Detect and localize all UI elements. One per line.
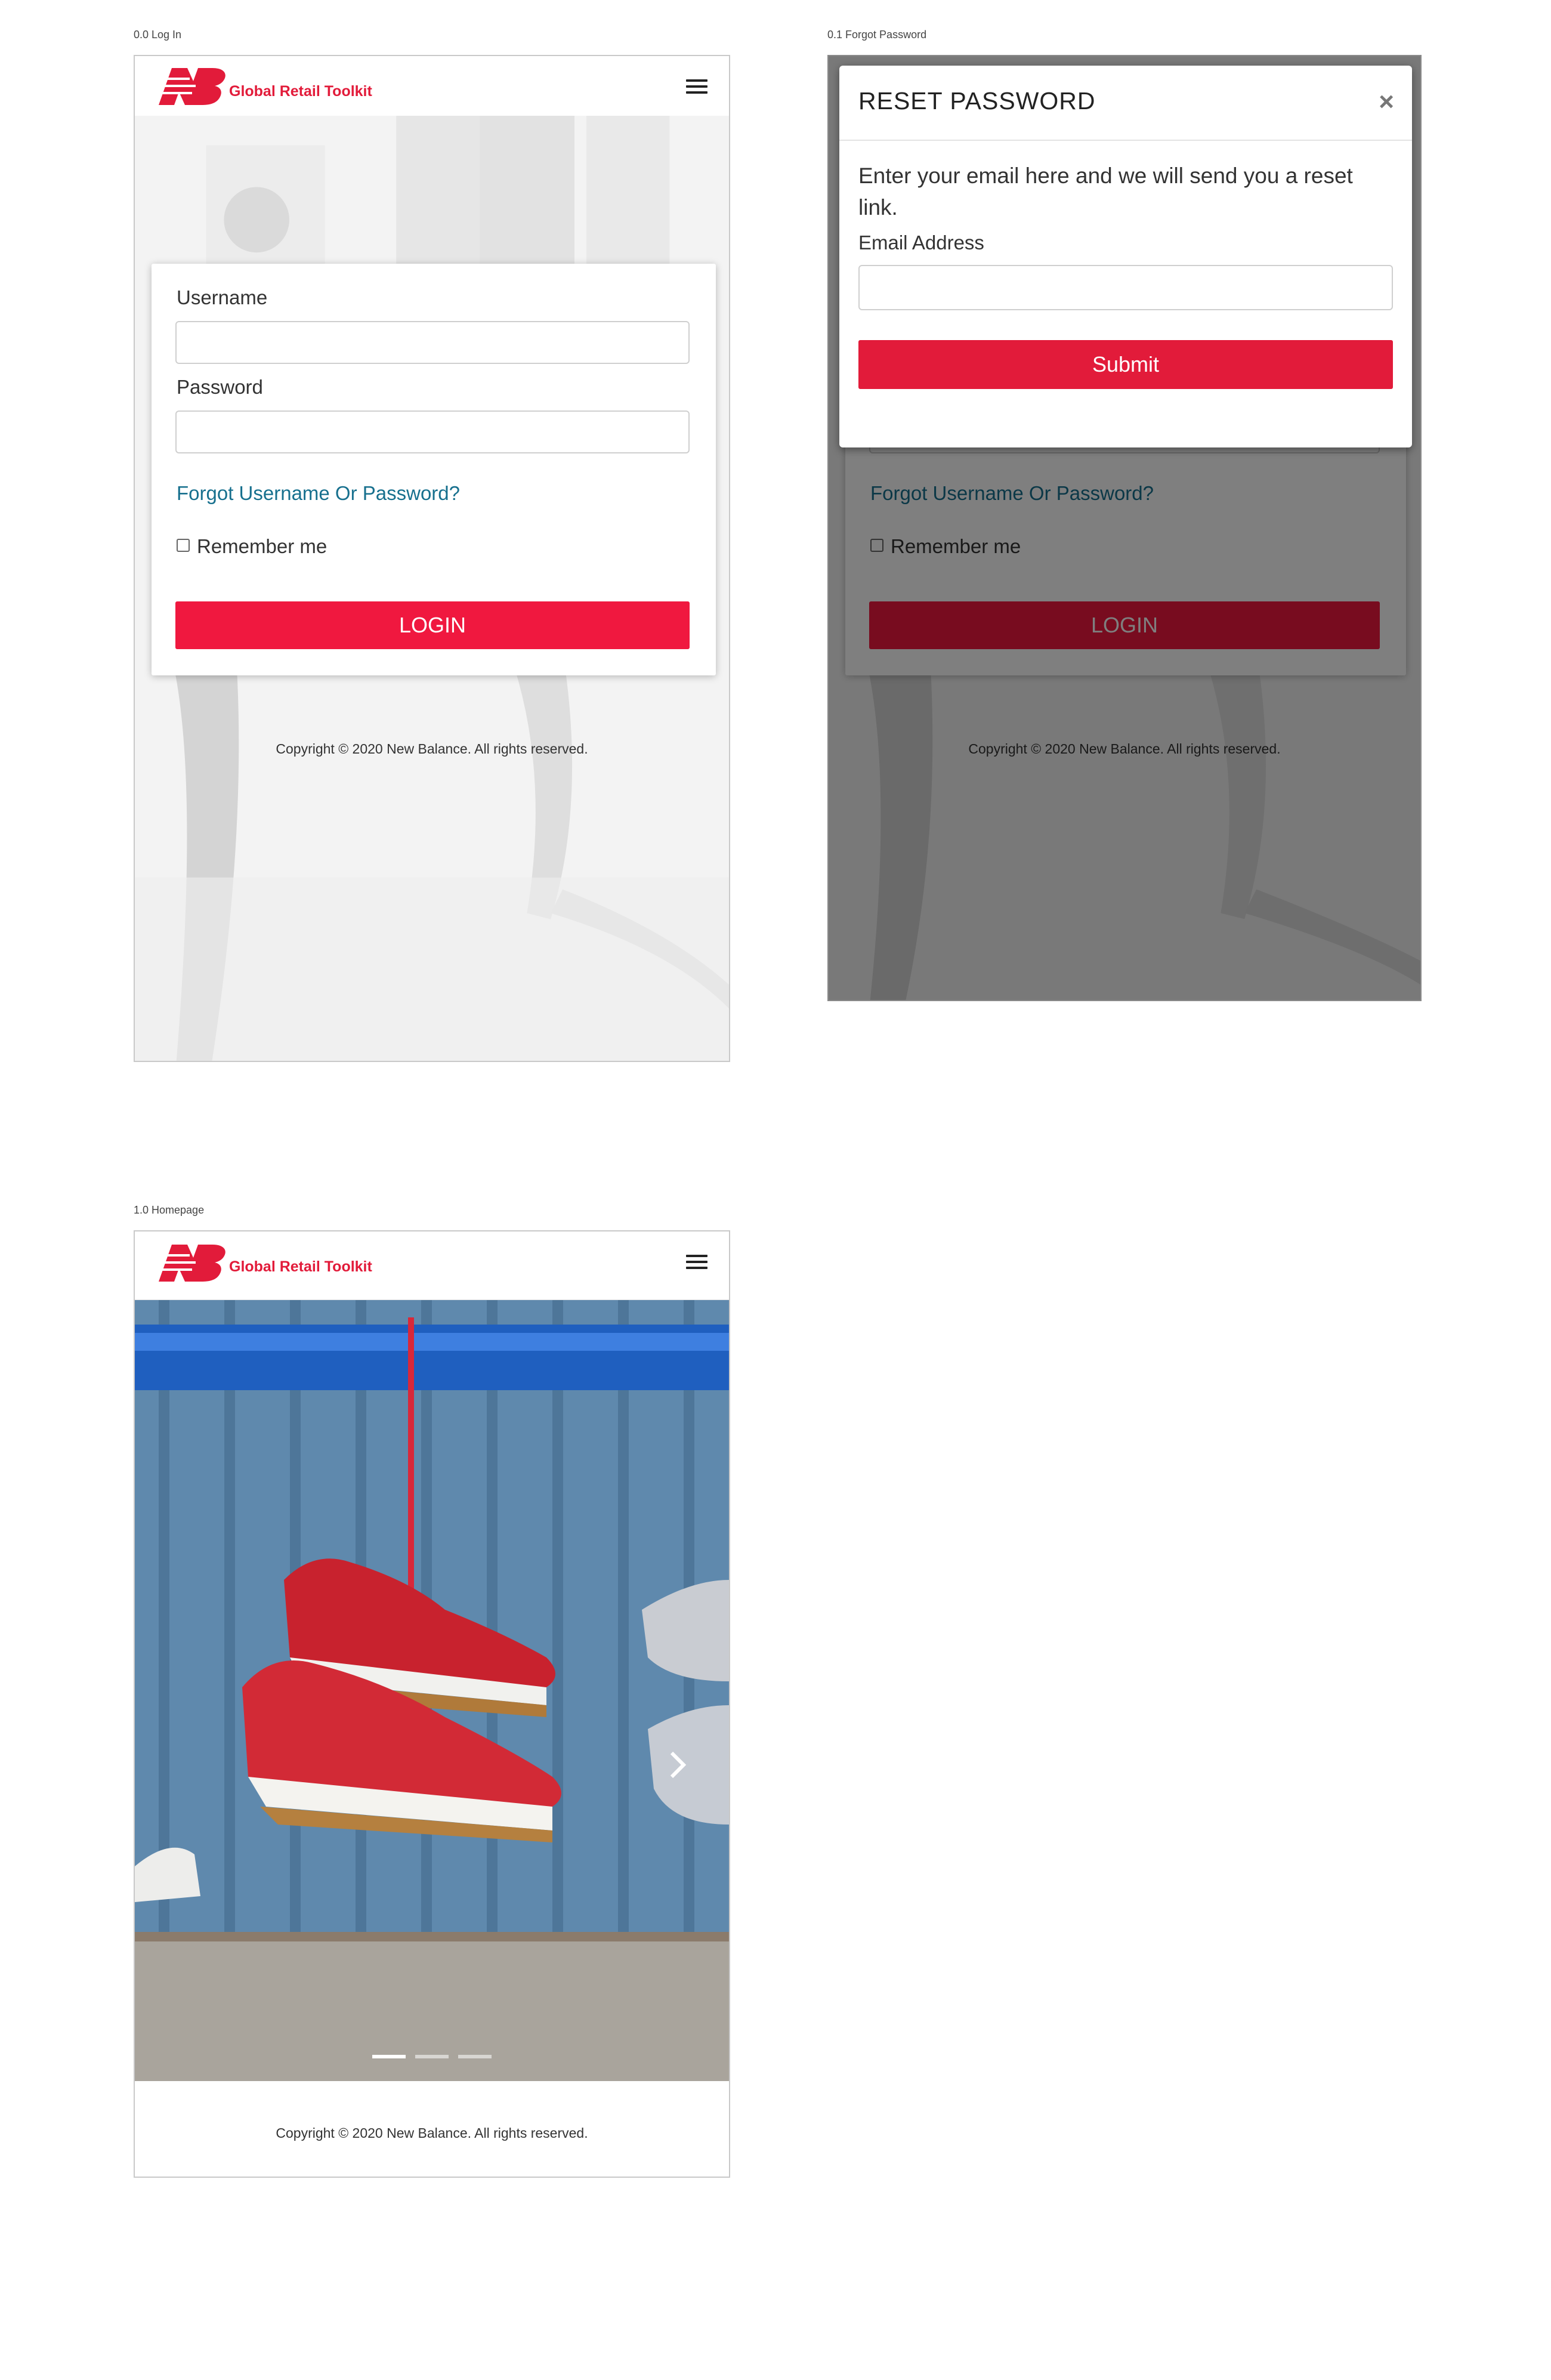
submit-button[interactable]: Submit	[858, 340, 1393, 389]
forgot-password-link[interactable]: Forgot Username Or Password?	[177, 482, 460, 505]
remember-me-checkbox[interactable]	[177, 539, 190, 552]
hero-carousel-image[interactable]	[135, 1299, 729, 2081]
app-header: Global Retail Toolkit	[135, 56, 729, 116]
carousel-indicators	[135, 2051, 729, 2061]
new-balance-logo	[154, 68, 225, 105]
new-balance-logo	[154, 1245, 225, 1282]
copyright-text: Copyright © 2020 New Balance. All rights…	[276, 741, 588, 757]
copyright-text: Copyright © 2020 New Balance. All rights…	[276, 2125, 588, 2141]
password-input[interactable]	[175, 410, 690, 453]
frame-caption-forgot: 0.1 Forgot Password	[827, 29, 927, 41]
modal-title: RESET PASSWORD	[858, 87, 1096, 115]
email-input[interactable]	[858, 265, 1393, 310]
carousel-dot-1[interactable]	[372, 2055, 406, 2058]
modal-divider	[839, 140, 1412, 141]
menu-icon[interactable]	[686, 1255, 707, 1270]
carousel-dot-2[interactable]	[415, 2055, 449, 2058]
modal-description: Enter your email here and we will send y…	[858, 163, 1353, 220]
app-header: Global Retail Toolkit	[135, 1231, 729, 1300]
forgot-password-screen: Forgot Username Or Password? Remember me…	[827, 55, 1422, 1001]
login-screen: Global Retail Toolkit Username Password …	[134, 55, 730, 1062]
username-label: Username	[177, 286, 268, 308]
email-label: Email Address	[858, 231, 984, 254]
username-input[interactable]	[175, 321, 690, 364]
frame-caption-home: 1.0 Homepage	[134, 1204, 205, 1216]
brand-title: Global Retail Toolkit	[229, 1258, 372, 1275]
brand-title: Global Retail Toolkit	[229, 83, 372, 100]
password-label: Password	[177, 376, 263, 398]
remember-me-label: Remember me	[197, 535, 327, 557]
login-button[interactable]: LOGIN	[175, 601, 690, 649]
close-icon[interactable]: ×	[1379, 87, 1394, 117]
frame-caption-login: 0.0 Log In	[134, 29, 182, 41]
menu-icon[interactable]	[686, 79, 707, 95]
homepage-screen: Global Retail Toolkit Copyright © 2020 N…	[134, 1230, 730, 2178]
carousel-dot-3[interactable]	[458, 2055, 492, 2058]
reset-password-modal: RESET PASSWORD × Enter your email here a…	[839, 66, 1412, 447]
login-card: Username Password Forgot Username Or Pas…	[152, 264, 716, 675]
